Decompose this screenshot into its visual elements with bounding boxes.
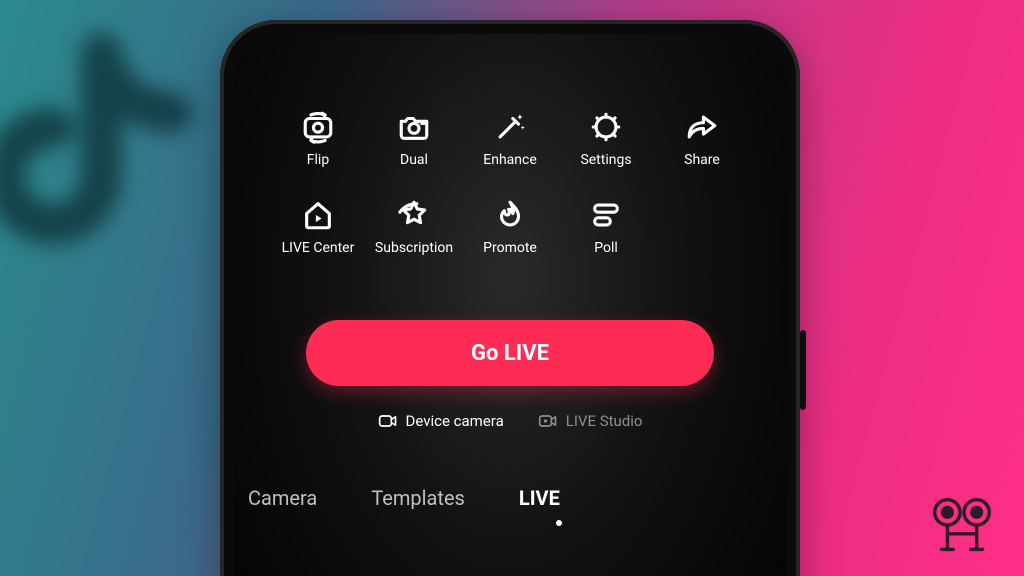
tool-settings[interactable]: Settings	[562, 110, 650, 168]
tool-label: Promote	[483, 240, 537, 256]
phone-mockup: Flip Dual Enhance	[220, 20, 800, 576]
tool-poll[interactable]: Poll	[562, 198, 650, 256]
house-play-icon	[301, 198, 335, 232]
mode-indicator-dot	[556, 520, 562, 526]
go-live-button[interactable]: Go LIVE	[306, 320, 714, 386]
watermark-robot	[924, 492, 1002, 562]
tool-share[interactable]: Share	[658, 110, 746, 168]
tool-label: Share	[684, 152, 720, 168]
live-source-row: Device camera LIVE Studio	[234, 412, 786, 430]
phone-screen: Flip Dual Enhance	[234, 34, 786, 576]
mode-camera[interactable]: Camera	[248, 486, 317, 510]
tool-enhance[interactable]: Enhance	[466, 110, 554, 168]
mode-live[interactable]: LIVE	[519, 486, 560, 510]
tool-label: Enhance	[483, 152, 537, 168]
magic-wand-icon	[493, 110, 527, 144]
tool-label: Flip	[307, 152, 329, 168]
settings-icon	[589, 110, 623, 144]
tiktok-logo-blur	[0, 20, 220, 280]
video-camera-icon	[378, 413, 398, 429]
live-studio-icon	[538, 413, 558, 429]
source-live-studio[interactable]: LIVE Studio	[538, 412, 643, 430]
go-live-label: Go LIVE	[471, 341, 549, 366]
tool-label: Poll	[594, 240, 618, 256]
source-device-camera[interactable]: Device camera	[378, 412, 504, 430]
tool-subscription[interactable]: Subscription	[370, 198, 458, 256]
tool-label: Subscription	[375, 240, 453, 256]
capture-mode-tabs: Camera Templates LIVE	[234, 486, 786, 510]
live-tools-grid: Flip Dual Enhance	[274, 110, 746, 256]
flame-icon	[493, 198, 527, 232]
source-label: Device camera	[406, 412, 504, 430]
tool-label: LIVE Center	[282, 240, 355, 256]
share-arrow-icon	[685, 110, 719, 144]
tool-flip[interactable]: Flip	[274, 110, 362, 168]
mode-templates[interactable]: Templates	[371, 486, 465, 510]
star-swirl-icon	[397, 198, 431, 232]
tool-promote[interactable]: Promote	[466, 198, 554, 256]
poll-icon	[589, 198, 623, 232]
dual-camera-icon	[397, 110, 431, 144]
flip-camera-icon	[301, 110, 335, 144]
tool-live-center[interactable]: LIVE Center	[274, 198, 362, 256]
tool-label: Settings	[580, 152, 631, 168]
tool-label: Dual	[400, 152, 428, 168]
source-label: LIVE Studio	[566, 412, 643, 430]
tool-dual[interactable]: Dual	[370, 110, 458, 168]
